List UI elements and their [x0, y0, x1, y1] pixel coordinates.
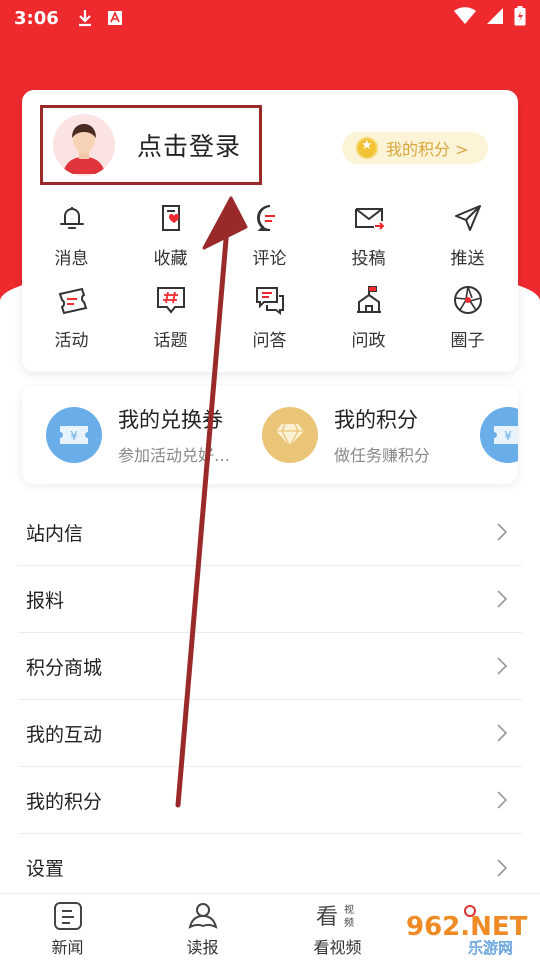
grid-item-push[interactable]: 推送: [418, 198, 517, 280]
download-icon: [77, 9, 93, 27]
nav-tab-video[interactable]: 看视频 看视频: [270, 894, 405, 960]
watermark-subtext: 乐游网: [468, 939, 513, 957]
chevron-right-icon: [497, 590, 508, 608]
grid-label: 评论: [252, 249, 287, 269]
grid-item-topics[interactable]: 话题: [121, 280, 220, 362]
my-points-card[interactable]: 我的积分 做任务赚积分: [262, 386, 430, 484]
menu-item-inbox[interactable]: 站内信: [18, 499, 522, 566]
menu-label: 我的互动: [26, 723, 103, 746]
grid-label: 问政: [351, 331, 386, 351]
svg-text:频: 频: [344, 916, 354, 929]
svg-text:视: 视: [344, 903, 354, 916]
comment-icon: [254, 198, 286, 238]
qa-icon: [254, 280, 286, 320]
watermark: 962.NET 乐游网: [406, 905, 528, 957]
coupon-row: ¥ 我的兑换券 参加活动兑好… 我的积分 做任务赚积分 ¥: [22, 386, 518, 484]
grid-item-government[interactable]: 问政: [319, 280, 418, 362]
coupon-subtitle: 做任务赚积分: [334, 446, 431, 465]
grid-label: 问答: [252, 331, 287, 351]
menu-label: 积分商城: [26, 656, 103, 679]
news-icon: [53, 902, 82, 930]
menu-label: 报料: [26, 589, 65, 612]
bell-icon: [56, 198, 88, 238]
chevron-right-icon: [497, 523, 508, 541]
menu-item-points-mall[interactable]: 积分商城: [18, 633, 522, 700]
signal-icon: [486, 7, 504, 30]
send-icon: [452, 198, 484, 238]
grid-label: 投稿: [351, 249, 386, 269]
login-area[interactable]: 点击登录: [40, 105, 262, 185]
grid-label: 活动: [54, 331, 89, 351]
watermark-text: 962.NET: [406, 912, 528, 942]
points-label: 我的积分 >: [386, 140, 469, 159]
chevron-right-icon: [497, 858, 508, 877]
grid-item-submit[interactable]: 投稿: [319, 198, 418, 280]
government-icon: [353, 280, 385, 320]
favorite-icon: [155, 198, 187, 238]
partial-coupon-card[interactable]: ¥: [480, 386, 518, 484]
nav-label: 看视频: [313, 938, 362, 957]
chevron-right-icon: [497, 791, 508, 809]
grid-row: 活动 话题 问答 问政 圈子: [22, 280, 518, 362]
menu-label: 设置: [26, 858, 65, 880]
chevron-right-icon: [497, 724, 508, 742]
coupon-title: 我的兑换券: [118, 408, 223, 432]
aperture-icon: [452, 280, 484, 320]
read-icon: [188, 903, 217, 929]
nav-tab-read[interactable]: 读报: [135, 894, 270, 960]
topic-icon: [155, 280, 187, 320]
status-bar: 3:06: [0, 0, 540, 36]
svg-text:¥: ¥: [70, 429, 78, 443]
grid-item-activity[interactable]: 活动: [22, 280, 121, 362]
grid-row: 消息 收藏 评论 投稿 推送: [22, 198, 518, 280]
menu-item-report[interactable]: 报料: [18, 566, 522, 633]
app-notification-icon: [107, 10, 123, 26]
grid-label: 圈子: [450, 331, 485, 351]
grid-item-favorites[interactable]: 收藏: [121, 198, 220, 280]
coupon-icon: ¥: [46, 407, 102, 463]
coupon-icon: ¥: [480, 407, 518, 463]
nav-tab-news[interactable]: 新闻: [0, 894, 135, 960]
grid-label: 消息: [54, 249, 89, 269]
menu-list: 站内信 报料 积分商城 我的互动 我的积分 设置: [18, 499, 522, 901]
my-points-button[interactable]: 我的积分 >: [342, 132, 488, 164]
my-coupons-card[interactable]: ¥ 我的兑换券 参加活动兑好…: [46, 386, 230, 484]
menu-label: 站内信: [26, 522, 84, 545]
chevron-right-icon: [497, 657, 508, 675]
diamond-icon: [262, 407, 318, 463]
coin-icon: [356, 137, 378, 159]
menu-item-my-points[interactable]: 我的积分: [18, 767, 522, 834]
svg-text:看: 看: [316, 905, 338, 930]
nav-label: 读报: [186, 938, 219, 957]
ticket-icon: [56, 280, 88, 320]
menu-label: 我的积分: [26, 790, 103, 813]
menu-item-settings[interactable]: 设置: [18, 834, 522, 901]
grid-item-messages[interactable]: 消息: [22, 198, 121, 280]
svg-text:¥: ¥: [504, 429, 512, 443]
video-icon: 看视频: [316, 903, 354, 930]
profile-card: 点击登录 我的积分 > 消息 收藏 评论 投稿 推: [22, 90, 518, 372]
grid-label: 推送: [450, 249, 485, 269]
menu-item-interactions[interactable]: 我的互动: [18, 700, 522, 767]
coupon-title: 我的积分: [334, 408, 418, 432]
grid-item-qa[interactable]: 问答: [220, 280, 319, 362]
wifi-icon: [454, 6, 476, 30]
status-time: 3:06: [14, 7, 59, 29]
grid-label: 话题: [153, 331, 188, 351]
grid-label: 收藏: [153, 249, 188, 269]
battery-icon: [514, 5, 526, 31]
grid-item-circle[interactable]: 圈子: [418, 280, 517, 362]
mail-icon: [353, 198, 385, 238]
grid-item-comments[interactable]: 评论: [220, 198, 319, 280]
quick-action-grid: 消息 收藏 评论 投稿 推送 活动 话题 问答 问政 圈子: [22, 198, 518, 362]
coupon-subtitle: 参加活动兑好…: [118, 446, 231, 465]
login-prompt[interactable]: 点击登录: [137, 127, 241, 163]
nav-label: 新闻: [51, 938, 84, 957]
avatar: [53, 114, 115, 176]
